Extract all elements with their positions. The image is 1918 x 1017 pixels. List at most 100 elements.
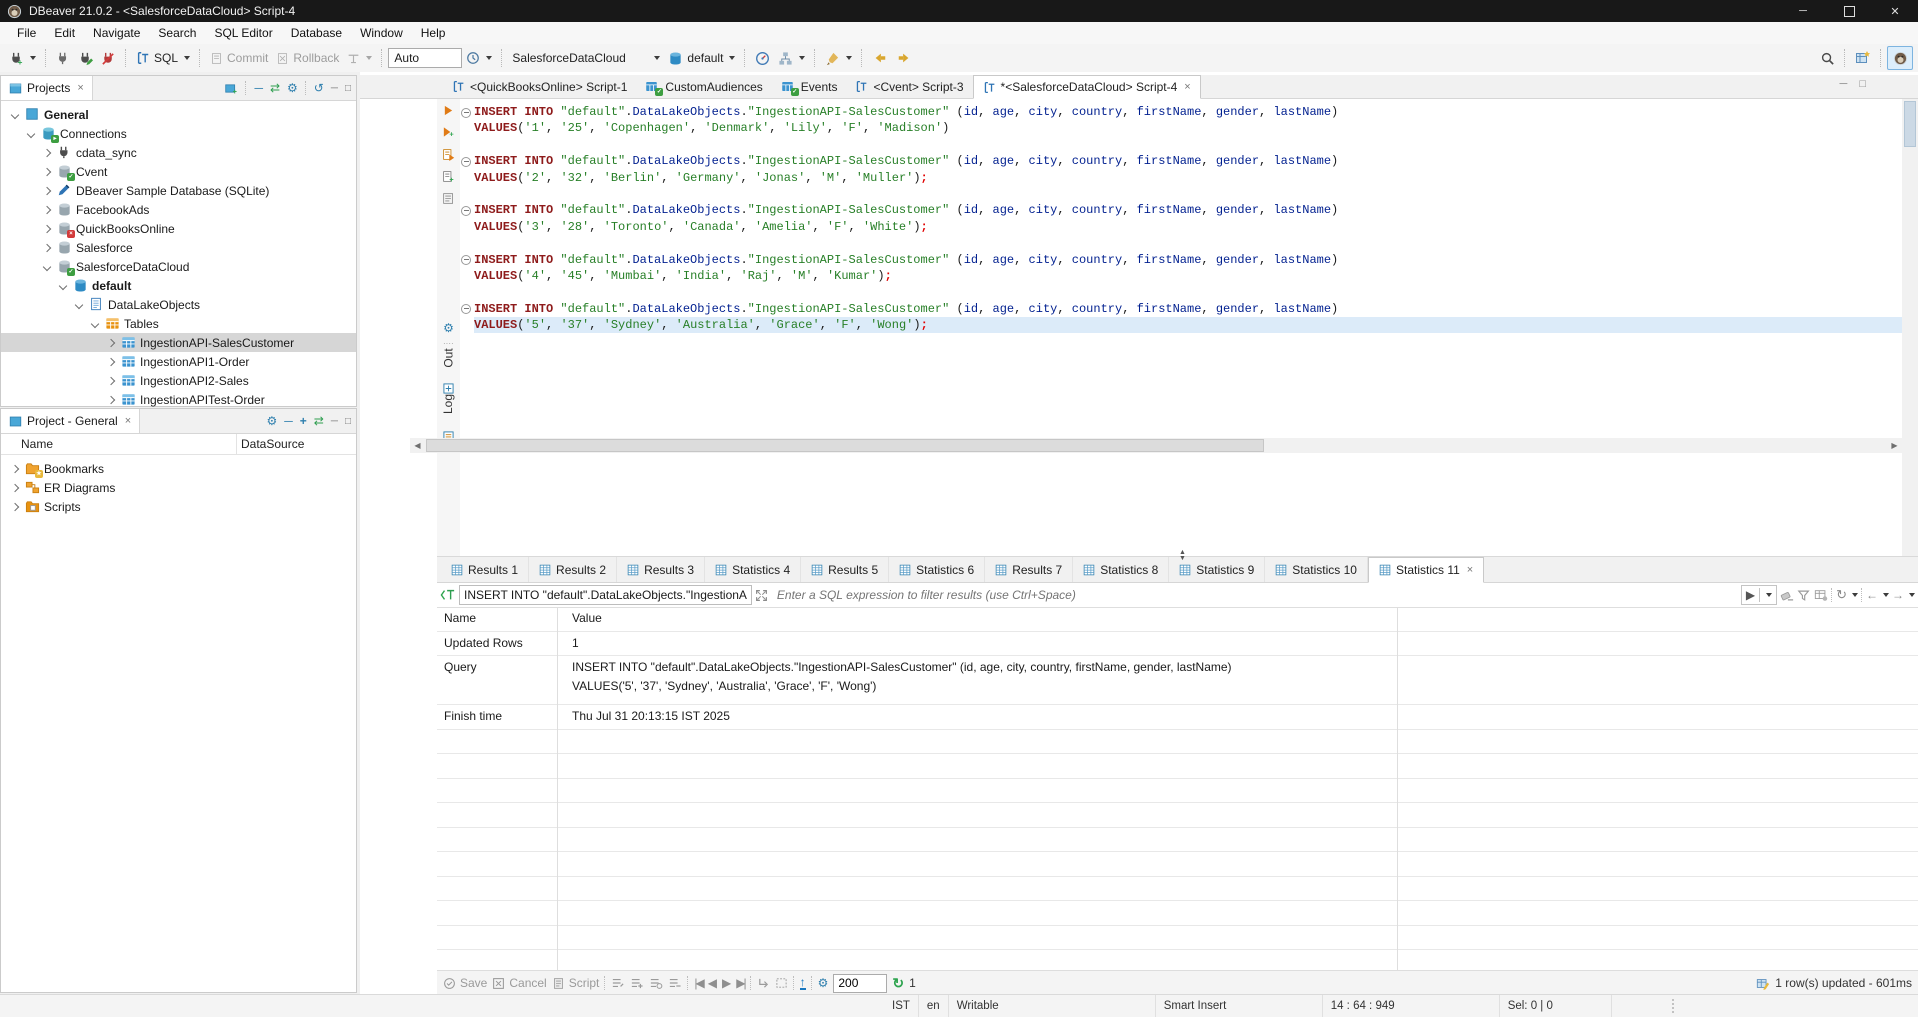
close-icon[interactable]: × bbox=[1184, 81, 1190, 93]
grid-empty-row[interactable] bbox=[437, 803, 1918, 828]
expander-icon[interactable] bbox=[43, 205, 51, 213]
sql-line[interactable]: VALUES('3', '28', 'Toronto', 'Canada', '… bbox=[474, 219, 1902, 235]
tab-events[interactable]: ✓ Events bbox=[772, 75, 847, 98]
transaction-mode-button[interactable] bbox=[343, 47, 376, 69]
tab-cvent-script3[interactable]: <Cvent> Script-3 bbox=[846, 75, 972, 98]
minimize-view-icon[interactable]: ─ bbox=[331, 416, 338, 427]
tree-item-ingestionapitest-order[interactable]: IngestionAPITest-Order bbox=[1, 390, 356, 409]
tab-results-5[interactable]: Results 5 bbox=[801, 557, 889, 582]
format-button[interactable] bbox=[821, 47, 856, 69]
column-header-name[interactable]: Name bbox=[437, 607, 564, 625]
cancel-button[interactable]: Cancel bbox=[492, 976, 546, 990]
tree-item-salesforcedatacloud[interactable]: ✓ SalesforceDataCloud bbox=[1, 257, 356, 276]
chevron-down-icon[interactable] bbox=[1883, 593, 1889, 597]
grid-empty-row[interactable] bbox=[437, 828, 1918, 853]
chevron-down-icon[interactable] bbox=[184, 56, 190, 60]
tab-project-general[interactable]: Project - General × bbox=[1, 409, 140, 433]
fetch-all-icon[interactable] bbox=[775, 977, 788, 989]
sql-line[interactable]: INSERT INTO "default".DataLakeObjects."I… bbox=[474, 153, 1902, 169]
settings-gear-icon[interactable]: ⚙ bbox=[267, 415, 278, 427]
tree-item-facebookads[interactable]: FacebookAds bbox=[1, 200, 356, 219]
expander-icon[interactable] bbox=[107, 357, 115, 365]
grid-empty-row[interactable] bbox=[437, 926, 1918, 951]
grid-empty-row[interactable] bbox=[437, 730, 1918, 755]
grid-row-query[interactable]: Query INSERT INTO "default".DataLakeObje… bbox=[437, 656, 1918, 705]
restore-window-button[interactable] bbox=[1826, 0, 1872, 22]
new-connection-button[interactable]: + bbox=[5, 47, 40, 69]
sql-line[interactable] bbox=[474, 186, 1902, 202]
sql-line[interactable]: INSERT INTO "default".DataLakeObjects."I… bbox=[474, 202, 1902, 218]
expander-icon[interactable] bbox=[11, 464, 19, 472]
expander-icon[interactable] bbox=[11, 483, 19, 491]
grid-empty-row[interactable] bbox=[437, 877, 1918, 902]
previous-row-icon[interactable]: ◀ bbox=[708, 976, 717, 990]
tree-item-tables[interactable]: Tables bbox=[1, 314, 356, 333]
chevron-down-icon[interactable] bbox=[486, 56, 492, 60]
tree-item-connections[interactable]: ▸ Connections bbox=[1, 124, 356, 143]
grid-empty-row[interactable] bbox=[437, 779, 1918, 804]
add-row-icon[interactable] bbox=[630, 977, 644, 989]
tab-scroll-arrows[interactable]: ▲▼ bbox=[1179, 550, 1186, 562]
rollback-button[interactable]: Rollback bbox=[272, 47, 343, 69]
filter-input[interactable] bbox=[771, 587, 1738, 603]
tab-statistics-11[interactable]: Statistics 11× bbox=[1368, 557, 1484, 583]
new-view-icon[interactable]: + bbox=[224, 82, 238, 95]
column-divider[interactable] bbox=[557, 607, 558, 970]
status-caret-position[interactable]: 14 : 64 : 949 bbox=[1323, 995, 1500, 1017]
expander-icon[interactable] bbox=[59, 281, 67, 289]
refresh-icon[interactable]: ↺ bbox=[314, 81, 324, 95]
column-header-value[interactable]: Value bbox=[564, 607, 602, 625]
tab-results-7[interactable]: Results 7 bbox=[985, 557, 1073, 582]
sql-line[interactable]: INSERT INTO "default".DataLakeObjects."I… bbox=[474, 104, 1902, 120]
tab-statistics-6[interactable]: Statistics 6 bbox=[889, 557, 985, 582]
grid-empty-row[interactable] bbox=[437, 852, 1918, 877]
expander-icon[interactable] bbox=[107, 395, 115, 403]
edit-connection-button[interactable] bbox=[74, 47, 97, 69]
sql-line[interactable]: VALUES('4', '45', 'Mumbai', 'India', 'Ra… bbox=[474, 268, 1902, 284]
apply-filter-button[interactable]: ▶ bbox=[1741, 585, 1777, 605]
expander-icon[interactable] bbox=[43, 167, 51, 175]
expand-all-icon[interactable]: + bbox=[300, 414, 307, 428]
duplicate-row-icon[interactable] bbox=[649, 977, 663, 989]
tree-item-cvent[interactable]: ✓ Cvent bbox=[1, 162, 356, 181]
open-new-window-button[interactable] bbox=[1851, 47, 1875, 69]
status-insert-mode[interactable]: Smart Insert bbox=[1156, 995, 1323, 1017]
execute-script-new-tab-button[interactable]: + bbox=[437, 165, 460, 187]
chevron-down-icon[interactable] bbox=[846, 56, 852, 60]
tree-item-default-schema[interactable]: default bbox=[1, 276, 356, 295]
horizontal-scrollbar[interactable]: ◀ ▶ bbox=[410, 438, 1902, 453]
tree-item-bookmarks[interactable]: ★ Bookmarks bbox=[1, 459, 356, 478]
first-row-icon[interactable]: |◀ bbox=[694, 976, 702, 990]
menu-search[interactable]: Search bbox=[149, 23, 205, 43]
column-datasource[interactable]: DataSource bbox=[237, 437, 304, 451]
tree-item-er-diagrams[interactable]: ER Diagrams bbox=[1, 478, 356, 497]
tab-salesforcedatacloud-script4[interactable]: *<SalesforceDataCloud> Script-4 × bbox=[973, 75, 1201, 99]
tab-statistics-8[interactable]: Statistics 8 bbox=[1073, 557, 1169, 582]
column-name[interactable]: Name bbox=[1, 434, 237, 454]
applied-filter-chip[interactable]: INSERT INTO "default".DataLakeObjects."I… bbox=[459, 585, 752, 605]
connect-button[interactable] bbox=[52, 47, 74, 69]
minimize-view-icon[interactable]: ─ bbox=[331, 83, 338, 94]
tree-item-general[interactable]: General bbox=[1, 105, 356, 124]
search-button[interactable] bbox=[1816, 47, 1839, 69]
expander-icon[interactable] bbox=[11, 502, 19, 510]
tree-item-quickbooksonline[interactable]: × QuickBooksOnline bbox=[1, 219, 356, 238]
link-editor-icon[interactable]: ⇄ bbox=[314, 414, 324, 428]
grid-empty-row[interactable] bbox=[437, 950, 1918, 970]
filter-settings-icon[interactable] bbox=[1797, 589, 1811, 602]
maximize-view-icon[interactable]: □ bbox=[1859, 78, 1866, 90]
last-row-icon[interactable]: ▶| bbox=[736, 976, 744, 990]
sql-line[interactable] bbox=[474, 137, 1902, 153]
tab-results-3[interactable]: Results 3 bbox=[617, 557, 705, 582]
expander-icon[interactable] bbox=[107, 376, 115, 384]
tree-item-scripts[interactable]: Scripts bbox=[1, 497, 356, 516]
menu-window[interactable]: Window bbox=[351, 23, 412, 43]
tree-item-ingestionapi-salescustomer[interactable]: IngestionAPI-SalesCustomer bbox=[1, 333, 356, 352]
script-button[interactable]: Script bbox=[552, 976, 600, 990]
execute-script-button[interactable] bbox=[437, 143, 460, 165]
status-language[interactable]: en bbox=[919, 995, 949, 1017]
menu-database[interactable]: Database bbox=[282, 23, 351, 43]
settings-gear-icon[interactable]: ⚙ bbox=[287, 82, 298, 94]
tree-item-salesforce[interactable]: Salesforce bbox=[1, 238, 356, 257]
chevron-down-icon[interactable] bbox=[30, 56, 36, 60]
